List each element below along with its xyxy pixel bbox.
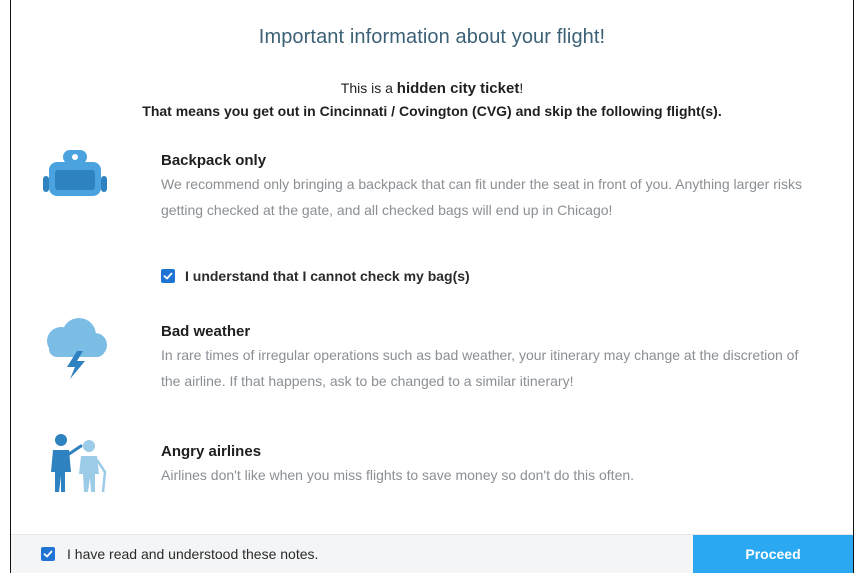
bag-checkbox-label: I understand that I cannot check my bag(… — [185, 268, 470, 284]
intro-highlight: hidden city ticket — [396, 80, 520, 97]
intro-line-1: This is a hidden city ticket! — [11, 80, 853, 97]
intro-prefix: This is a — [340, 80, 397, 96]
angry-people-icon — [45, 432, 115, 501]
dialog-footer: I have read and understood these notes. … — [11, 534, 853, 573]
notes-checkbox-row[interactable]: I have read and understood these notes. — [41, 546, 318, 562]
storm-cloud-icon — [39, 315, 111, 386]
flight-info-dialog: Important information about your flight!… — [10, 0, 854, 573]
intro-suffix: ! — [519, 80, 524, 96]
intro-line-2: That means you get out in Cincinnati / C… — [142, 103, 722, 119]
proceed-button[interactable]: Proceed — [693, 535, 853, 573]
section-body: In rare times of irregular operations su… — [161, 347, 799, 389]
notes-checkbox[interactable] — [41, 547, 55, 561]
bag-checkbox-row[interactable]: I understand that I cannot check my bag(… — [161, 268, 470, 284]
checkmark-icon — [43, 550, 53, 558]
backpack-icon — [41, 148, 109, 203]
section-title: Bad weather — [161, 323, 251, 340]
section-title: Angry airlines — [161, 443, 262, 460]
checkmark-icon — [163, 272, 173, 280]
section-body: Airlines don't like when you miss flight… — [161, 467, 635, 483]
section-angry-airlines: Angry airlines Airlines don't like when … — [161, 443, 811, 488]
section-title: Backpack only — [161, 152, 267, 169]
section-weather: Bad weather In rare times of irregular o… — [161, 323, 811, 394]
notes-checkbox-label: I have read and understood these notes. — [67, 546, 319, 562]
bag-checkbox[interactable] — [161, 269, 175, 283]
dialog-title: Important information about your flight! — [258, 26, 606, 48]
section-body: We recommend only bringing a backpack th… — [161, 176, 802, 218]
section-backpack: Backpack only We recommend only bringing… — [161, 152, 811, 223]
